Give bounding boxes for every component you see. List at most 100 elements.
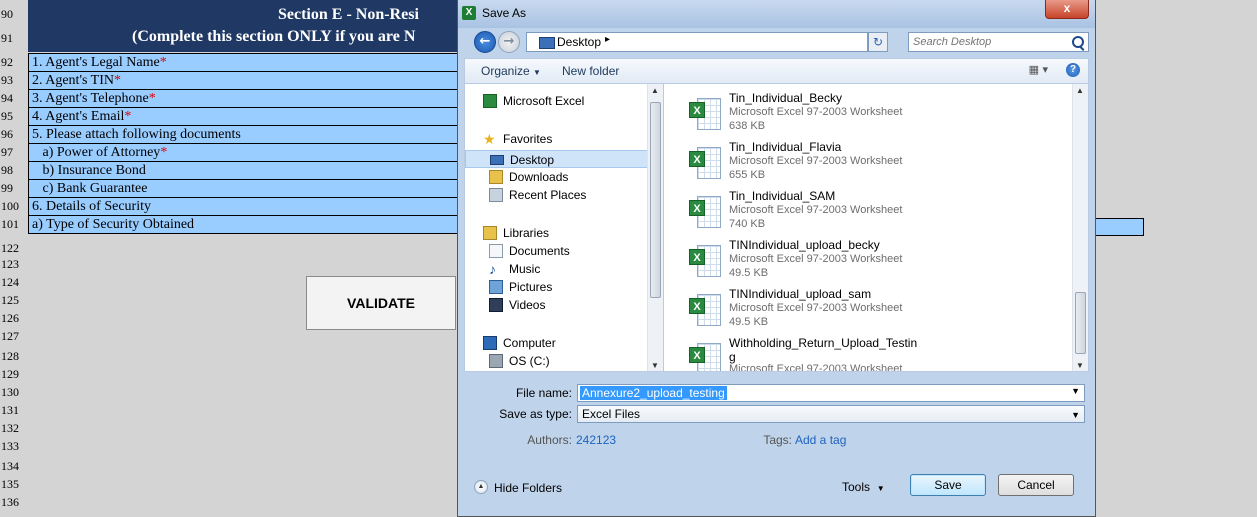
file-item[interactable]: X Tin_Individual_Becky Microsoft Excel 97-… xyxy=(684,90,1064,138)
libraries-icon xyxy=(483,226,497,240)
nav-scrollbar-thumb[interactable] xyxy=(650,102,661,298)
required-marker: * xyxy=(159,55,167,70)
breadcrumb-arrow-icon[interactable]: ▸ xyxy=(605,34,610,45)
excel-file-icon: X xyxy=(689,143,723,181)
nav-item-computer[interactable]: Computer xyxy=(465,334,651,352)
file-scrollbar-thumb[interactable] xyxy=(1075,292,1086,354)
forward-button[interactable]: → xyxy=(498,31,520,53)
nav-item-label: Computer xyxy=(503,336,556,350)
dialog-titlebar[interactable]: X Save As x xyxy=(458,0,1095,28)
file-item[interactable]: X TINIndividual_upload_becky Microsoft Exc… xyxy=(684,237,1064,285)
back-button[interactable]: ← xyxy=(474,31,496,53)
sheet-cell[interactable]: 6. Details of Security xyxy=(28,197,458,216)
chevron-down-icon[interactable]: ▼ xyxy=(1071,407,1080,423)
validate-button[interactable]: VALIDATE xyxy=(306,276,456,330)
scroll-up-icon[interactable]: ▲ xyxy=(1076,86,1084,95)
row-number: 93 xyxy=(1,73,13,87)
sheet-cell[interactable]: b) Insurance Bond xyxy=(28,161,458,180)
file-name: Withholding_Return_Upload_Testin xyxy=(729,336,918,350)
sheet-cell[interactable]: 4. Agent's Email* xyxy=(28,107,458,126)
nav-item-desktop[interactable]: Desktop xyxy=(465,150,651,168)
nav-item-microsoft-excel[interactable]: Microsoft Excel xyxy=(465,92,651,110)
file-item[interactable]: X TINIndividual_upload_sam Microsoft Excel… xyxy=(684,286,1064,334)
organize-button[interactable]: Organize ▼ xyxy=(481,64,541,78)
filename-input[interactable]: Annexure2_upload_testing ▼ xyxy=(577,384,1085,402)
sheet-cell[interactable]: a) Power of Attorney* xyxy=(28,143,458,162)
file-item[interactable]: X Withholding_Return_Upload_Testin g Micros… xyxy=(684,335,1064,371)
nav-item-label: Pictures xyxy=(509,280,553,294)
file-name: TINIndividual_upload_becky xyxy=(729,238,880,252)
row-number: 90 xyxy=(1,7,13,21)
sheet-cell[interactable]: 1. Agent's Legal Name* xyxy=(28,53,458,72)
desktop-icon xyxy=(539,37,555,49)
row-number: 95 xyxy=(1,109,13,123)
nav-item-label: Recent Places xyxy=(509,188,587,202)
cell-content: 4. Agent's Email* xyxy=(32,109,131,125)
cancel-button[interactable]: Cancel xyxy=(998,474,1074,496)
file-item[interactable]: X Tin_Individual_Flavia Microsoft Excel 97… xyxy=(684,139,1064,187)
file-name: Tin_Individual_Flavia xyxy=(729,140,842,154)
sheet-cell[interactable]: a) Type of Security Obtained xyxy=(28,215,458,234)
row-number: 129 xyxy=(1,367,19,381)
tools-button[interactable]: Tools ▼ xyxy=(842,480,885,494)
nav-item-libraries[interactable]: Libraries xyxy=(465,224,651,242)
excel-badge-icon: X xyxy=(689,102,705,118)
pictures-icon xyxy=(489,280,503,294)
file-name-wrap: g xyxy=(729,350,736,364)
cell-label: 6. Details of Security xyxy=(32,199,151,214)
sheet-cell[interactable]: 5. Please attach following documents xyxy=(28,125,458,144)
file-type: Microsoft Excel 97-2003 Worksheet xyxy=(729,155,903,167)
sheet-cell[interactable]: 3. Agent's Telephone* xyxy=(28,89,458,108)
nav-item-pictures[interactable]: Pictures xyxy=(465,278,651,296)
savetype-select[interactable]: Excel Files ▼ xyxy=(577,405,1085,423)
nav-item-favorites[interactable]: ★ Favorites xyxy=(465,130,651,148)
excel-badge-icon: X xyxy=(689,200,705,216)
nav-item-os-c[interactable]: OS (C:) xyxy=(465,352,651,370)
file-size: 655 KB xyxy=(729,169,766,181)
help-icon[interactable]: ? xyxy=(1066,63,1080,77)
nav-item-videos[interactable]: Videos xyxy=(465,296,651,314)
music-icon: ♪ xyxy=(489,261,496,277)
authors-value[interactable]: 242123 xyxy=(576,433,616,447)
nav-item-downloads[interactable]: Downloads xyxy=(465,168,651,186)
cell-label: a) Type of Security Obtained xyxy=(32,217,195,232)
new-folder-button[interactable]: New folder xyxy=(562,64,619,78)
cell-content: 1. Agent's Legal Name* xyxy=(32,55,167,71)
sheet-cell[interactable]: c) Bank Guarantee xyxy=(28,179,458,198)
row-number: 122 xyxy=(1,241,19,255)
search-icon[interactable] xyxy=(1072,36,1084,48)
file-scrollbar[interactable]: ▲ ▼ xyxy=(1072,84,1088,371)
sheet-cell[interactable]: 2. Agent's TIN* xyxy=(28,71,458,90)
cell-label: 1. Agent's Legal Name xyxy=(32,55,160,70)
scroll-down-icon[interactable]: ▼ xyxy=(1076,361,1084,370)
file-size: 638 KB xyxy=(729,120,766,132)
chevron-down-icon[interactable]: ▼ xyxy=(1071,386,1080,396)
cell-label: 4. Agent's Email xyxy=(32,109,125,124)
nav-scrollbar[interactable]: ▲ ▼ xyxy=(647,84,663,371)
breadcrumb[interactable]: Desktop ▸ ▼ xyxy=(526,32,886,52)
row-number: 134 xyxy=(1,459,19,473)
save-button[interactable]: Save xyxy=(910,474,986,496)
views-button[interactable]: ▦ ▾ xyxy=(1029,63,1048,76)
search-box[interactable] xyxy=(908,32,1089,52)
nav-item-documents[interactable]: Documents xyxy=(465,242,651,260)
file-type: Microsoft Excel 97-2003 Worksheet xyxy=(729,204,903,216)
nav-item-recent-places[interactable]: Recent Places xyxy=(465,186,651,204)
scroll-down-icon[interactable]: ▼ xyxy=(651,361,659,370)
documents-icon xyxy=(489,244,503,258)
nav-item-music[interactable]: ♪ Music xyxy=(465,260,651,278)
file-item[interactable]: X Tin_Individual_SAM Microsoft Excel 97-20… xyxy=(684,188,1064,236)
excel-file-icon: X xyxy=(689,94,723,132)
search-input[interactable] xyxy=(913,34,1063,50)
cell-label: c) Bank Guarantee xyxy=(32,181,148,196)
tags-value[interactable]: Add a tag xyxy=(795,433,846,447)
breadcrumb-desktop[interactable]: Desktop xyxy=(557,35,601,49)
close-button[interactable]: x xyxy=(1045,0,1089,19)
nav-item-label: Music xyxy=(509,262,541,276)
file-name: Tin_Individual_Becky xyxy=(729,91,842,105)
row-number: 135 xyxy=(1,477,19,491)
scroll-up-icon[interactable]: ▲ xyxy=(651,86,659,95)
row-number: 128 xyxy=(1,349,19,363)
filename-value[interactable]: Annexure2_upload_testing xyxy=(580,386,727,400)
refresh-button[interactable]: ↻ xyxy=(868,32,888,52)
